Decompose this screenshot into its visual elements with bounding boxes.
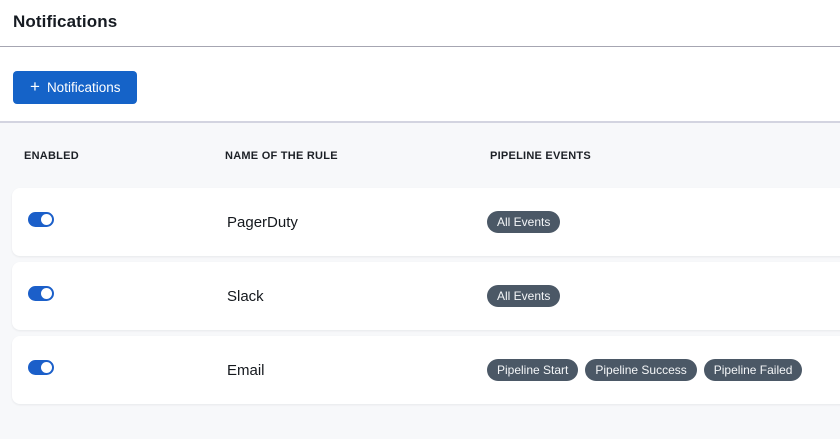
enabled-cell [28,360,227,380]
page-header: Notifications [0,0,840,47]
event-badge: Pipeline Start [487,359,578,381]
toggle-knob-icon [41,214,52,225]
event-badge: Pipeline Failed [704,359,803,381]
event-badge: All Events [487,285,560,307]
column-header-pipeline-events: PIPELINE EVENTS [490,150,840,162]
add-notification-button-label: Notifications [47,80,121,95]
pipeline-events-cell: Pipeline Start Pipeline Success Pipeline F… [487,359,840,381]
table-header-row: ENABLED NAME OF THE RULE PIPELINE EVENTS [0,123,840,188]
event-badge: Pipeline Success [585,359,696,381]
toggle-knob-icon [41,288,52,299]
page-title: Notifications [13,12,827,32]
notification-rule-row: PagerDuty All Events [12,188,840,256]
pipeline-events-cell: All Events [487,285,840,307]
notification-rule-row: Email Pipeline StartPipeline SuccessPipe… [12,336,840,404]
enabled-cell [28,286,227,306]
enabled-toggle[interactable] [28,360,54,375]
add-notification-button[interactable]: + Notifications [13,71,137,104]
event-badge: All Events [487,211,560,233]
notification-rule-row: Slack All Events [12,262,840,330]
column-header-rule-name: NAME OF THE RULE [225,150,490,162]
enabled-cell [28,212,227,232]
enabled-toggle[interactable] [28,286,54,301]
rules-list: PagerDuty All Events Slack All Events Em… [0,188,840,404]
enabled-toggle[interactable] [28,212,54,227]
notification-rules-table: ENABLED NAME OF THE RULE PIPELINE EVENTS… [0,121,840,439]
rule-name: PagerDuty [227,214,487,231]
pipeline-events-cell: All Events [487,211,840,233]
toggle-knob-icon [41,362,52,373]
rule-name: Email [227,362,487,379]
toolbar: + Notifications [0,47,840,121]
rule-name: Slack [227,288,487,305]
column-header-enabled: ENABLED [24,150,225,162]
plus-icon: + [30,78,40,95]
